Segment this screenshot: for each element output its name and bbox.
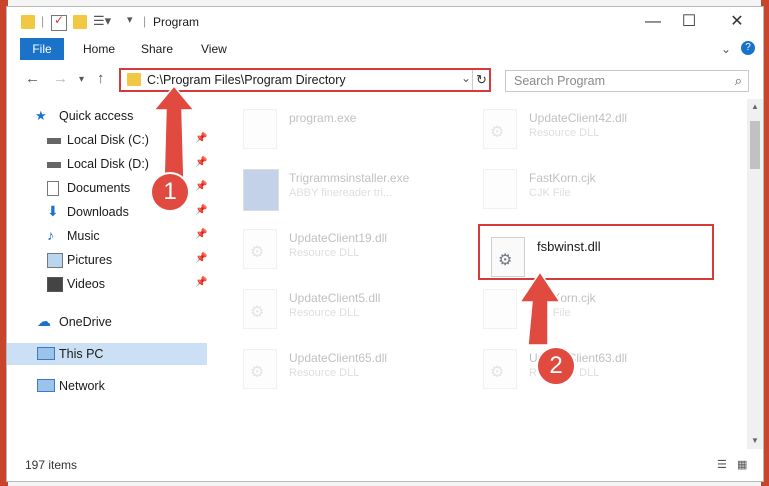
step-1-badge: 1 [150,172,190,212]
step-2-badge: 2 [536,346,576,386]
arrow-1 [152,84,196,183]
annotation-arrows [152,84,562,346]
arrow-2 [518,270,562,346]
